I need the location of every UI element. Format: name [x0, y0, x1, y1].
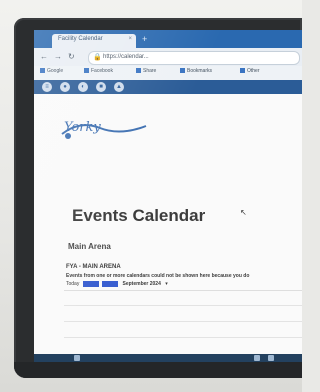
- bookmark-icon: [180, 68, 185, 73]
- page-content: Yorky Events Calendar ↖ Main Arena FYA -…: [34, 94, 302, 360]
- grid-line: [64, 305, 302, 306]
- tab-close-icon[interactable]: ×: [128, 36, 132, 42]
- month-dropdown-icon[interactable]: ▾: [165, 281, 168, 287]
- bookmark-item[interactable]: Facebook: [84, 68, 113, 74]
- bookmark-icon: [136, 68, 141, 73]
- grid-line: [64, 337, 302, 338]
- taskbar-app-icon[interactable]: [268, 355, 274, 361]
- grid-line: [64, 321, 302, 322]
- mouse-cursor-icon: ↖: [240, 208, 247, 217]
- browser-tab[interactable]: Facility Calendar ×: [52, 34, 136, 48]
- address-bar: ← → ↻ 🔒 https://calendar...: [34, 48, 302, 66]
- back-button[interactable]: ←: [40, 52, 48, 62]
- bookmark-icon: [240, 68, 245, 73]
- up-icon[interactable]: ▲: [114, 82, 124, 92]
- browser-tab-bar: Facility Calendar × +: [34, 30, 302, 48]
- calendar-grid[interactable]: [64, 290, 302, 353]
- bookmark-icon: [84, 68, 89, 73]
- lock-icon: 🔒: [93, 54, 102, 61]
- url-text: https://calendar...: [103, 54, 149, 60]
- next-month-button[interactable]: [102, 281, 119, 287]
- calendar-notice: Events from one or more calendars could …: [66, 273, 250, 279]
- app-toolbar: ≡ ● ◐ ■ ▲: [34, 80, 302, 94]
- bookmarks-bar: Google Facebook Share Bookmarks Other: [34, 66, 302, 81]
- new-tab-button[interactable]: +: [142, 34, 147, 44]
- today-button[interactable]: Today: [66, 281, 79, 287]
- logo-text: Yorky: [64, 120, 101, 135]
- contrast-icon[interactable]: ◐: [78, 82, 88, 92]
- taskbar-app-icon[interactable]: [74, 355, 80, 361]
- screen: Facility Calendar × + ← → ↻ 🔒 https://ca…: [34, 30, 302, 360]
- bookmark-item[interactable]: Google: [40, 68, 63, 74]
- bookmark-item[interactable]: Share: [136, 68, 156, 74]
- url-input[interactable]: 🔒 https://calendar...: [88, 51, 300, 65]
- browser-tab-title: Facility Calendar: [58, 36, 103, 42]
- forward-button[interactable]: →: [54, 52, 62, 62]
- calendar-navigation: Today September 2024 ▾: [66, 281, 168, 289]
- refresh-button[interactable]: ↻: [68, 52, 75, 62]
- section-title: Main Arena: [68, 242, 111, 251]
- record-icon[interactable]: ●: [60, 82, 70, 92]
- month-label: September 2024: [122, 281, 161, 287]
- bookmark-item[interactable]: Bookmarks: [180, 68, 212, 74]
- menu-icon[interactable]: ≡: [42, 82, 52, 92]
- page-title: Events Calendar: [72, 206, 206, 225]
- taskbar-app-icon[interactable]: [254, 355, 260, 361]
- stop-icon[interactable]: ■: [96, 82, 106, 92]
- prev-month-button[interactable]: [82, 281, 99, 287]
- bookmark-icon: [40, 68, 45, 73]
- monitor-bottom-bezel: [14, 362, 302, 378]
- calendar-heading: FYA - MAIN ARENA: [66, 264, 121, 270]
- taskbar: [34, 354, 302, 362]
- bookmark-item[interactable]: Other: [240, 68, 260, 74]
